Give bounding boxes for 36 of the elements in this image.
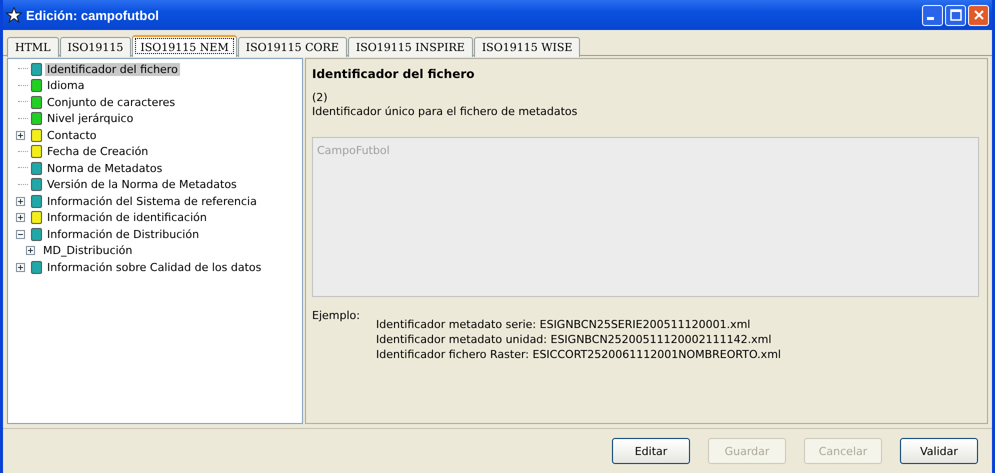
tree-item[interactable]: Idioma <box>45 79 86 92</box>
tree-item[interactable]: Información sobre Calidad de los datos <box>45 260 264 274</box>
item-number: (2) <box>312 91 329 105</box>
tree-item[interactable]: Información de Distribución <box>45 228 202 241</box>
example-text: Identificador metadato serie: ESIGNBCN25SERIE200511120001.xml <box>376 317 752 332</box>
tree-item[interactable]: MD_Distribución <box>41 244 134 258</box>
tree-item[interactable]: Identificador del fichero <box>45 62 180 76</box>
minimize-icon <box>927 17 934 20</box>
tree-item[interactable]: Contacto <box>45 128 99 142</box>
section-title: Identificador del fichero <box>312 67 476 81</box>
tab[interactable]: ISO19115 WISE <box>474 37 580 57</box>
tab[interactable]: ISO19115 NEM <box>132 35 237 57</box>
tree-item[interactable]: Fecha de Creación <box>45 145 150 158</box>
tree-item[interactable]: Versión de la Norma de Metadatos <box>45 178 239 192</box>
tree-item[interactable]: Nivel jerárquico <box>45 112 136 126</box>
close-button[interactable] <box>968 4 989 26</box>
maximize-button[interactable] <box>945 4 966 26</box>
star-icon <box>6 7 22 23</box>
tree-item[interactable]: Conjunto de caracteres <box>45 96 178 109</box>
minimize-button[interactable] <box>922 4 943 26</box>
maximize-icon <box>950 9 962 21</box>
tree-item[interactable]: Norma de Metadatos <box>45 162 164 175</box>
window-title: Edición: campofutbol <box>26 8 159 22</box>
example-text: Identificador fichero Raster: ESICCORT2520061112001NOMBREORTO.xml <box>376 347 781 362</box>
tab[interactable]: ISO19115 <box>60 37 132 57</box>
close-icon <box>974 10 984 20</box>
action-button[interactable]: Validar <box>900 438 978 464</box>
tree-item[interactable]: Información del Sistema de referencia <box>45 194 259 208</box>
tab[interactable]: ISO19115 INSPIRE <box>348 37 473 57</box>
tree-item[interactable]: Información de identificación <box>45 211 209 224</box>
tab[interactable]: ISO19115 CORE <box>238 37 347 57</box>
description-text: Identificador único para el fichero de metadatos <box>312 105 578 119</box>
tab[interactable]: HTML <box>7 37 58 57</box>
example-text: Identificador metadato unidad: ESIGNBCN25200511120002111142.xml <box>376 332 772 347</box>
action-button[interactable]: Editar <box>612 438 690 464</box>
example-label: Ejemplo: <box>312 309 361 324</box>
